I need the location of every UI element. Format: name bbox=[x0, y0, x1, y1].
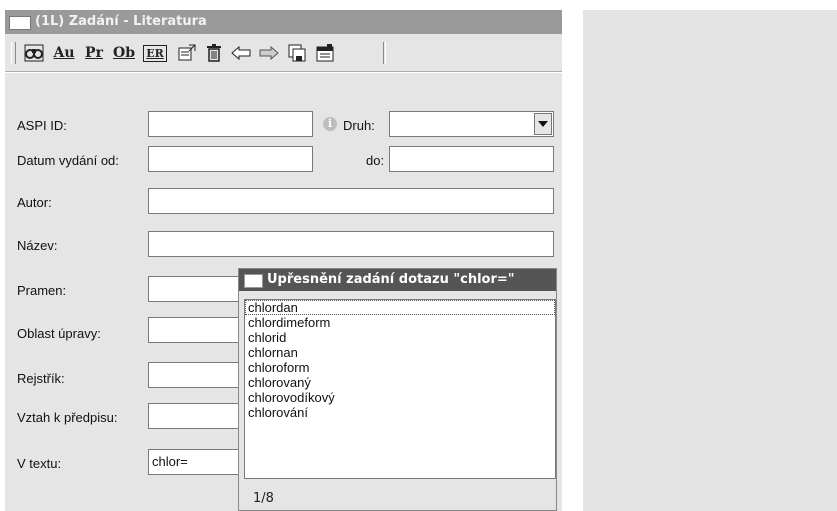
title-bar[interactable]: (1L) Zadání - Literatura bbox=[5, 10, 562, 34]
delete-button[interactable] bbox=[203, 40, 225, 66]
pramen-field[interactable] bbox=[148, 276, 248, 302]
list-item[interactable]: chlordan bbox=[245, 300, 555, 315]
trash-icon bbox=[207, 44, 221, 62]
properties-icon bbox=[178, 44, 196, 61]
list-item[interactable]: chlorovaný bbox=[245, 375, 555, 390]
pramen-label: Pramen: bbox=[17, 283, 67, 298]
chevron-down-icon bbox=[538, 121, 548, 127]
nazev-field[interactable] bbox=[148, 231, 554, 257]
druh-combo[interactable] bbox=[389, 111, 554, 137]
right-panel bbox=[583, 10, 837, 511]
source-button-label: Pr bbox=[85, 45, 103, 61]
arrow-right-icon bbox=[259, 45, 279, 61]
source-button[interactable]: Pr bbox=[82, 40, 106, 66]
open-icon bbox=[316, 44, 334, 62]
suggestion-list[interactable]: chlordan chlordimeform chlorid chlornan … bbox=[244, 299, 556, 479]
toolbar-divider bbox=[5, 71, 562, 73]
aspi-id-field[interactable] bbox=[148, 111, 313, 137]
save-icon bbox=[288, 44, 306, 62]
popup-menu-icon[interactable] bbox=[244, 274, 263, 288]
vztah-label: Vztah k předpisu: bbox=[17, 410, 118, 425]
list-item[interactable]: chlorovodíkový bbox=[245, 390, 555, 405]
rejstrik-label: Rejstřík: bbox=[17, 371, 65, 386]
properties-button[interactable] bbox=[175, 40, 199, 66]
v-textu-field[interactable]: chlor= bbox=[148, 449, 248, 475]
autor-field[interactable] bbox=[148, 188, 554, 214]
v-textu-label: V textu: bbox=[17, 456, 62, 471]
autor-label: Autor: bbox=[17, 195, 52, 210]
search-button[interactable] bbox=[21, 40, 47, 66]
save-button[interactable] bbox=[285, 40, 309, 66]
window-title: (1L) Zadání - Literatura bbox=[35, 14, 207, 29]
list-item[interactable]: chlorid bbox=[245, 330, 555, 345]
author-button[interactable]: Au bbox=[52, 40, 76, 66]
forward-button[interactable] bbox=[257, 40, 281, 66]
nazev-label: Název: bbox=[17, 238, 58, 253]
toolbar-separator bbox=[383, 42, 386, 64]
register-button[interactable]: ER bbox=[142, 40, 168, 66]
register-button-label: ER bbox=[143, 44, 167, 62]
area-button[interactable]: Ob bbox=[112, 40, 136, 66]
druh-label: Druh: bbox=[343, 118, 375, 133]
oblast-label: Oblast úpravy: bbox=[17, 326, 101, 341]
author-button-label: Au bbox=[53, 45, 75, 61]
info-icon: i bbox=[323, 117, 337, 131]
list-item[interactable]: chlordimeform bbox=[245, 315, 555, 330]
toolbar-grip[interactable] bbox=[11, 42, 16, 64]
refine-query-popup: Upřesnění zadání dotazu "chlor=" chlorda… bbox=[238, 268, 557, 511]
datum-do-label: do: bbox=[366, 153, 385, 168]
datum-od-field[interactable] bbox=[148, 146, 313, 172]
window-menu-icon[interactable] bbox=[9, 16, 31, 30]
open-button[interactable] bbox=[313, 40, 337, 66]
vztah-field[interactable] bbox=[148, 403, 248, 429]
datum-od-label: Datum vydání od: bbox=[17, 153, 119, 168]
list-item[interactable]: chloroform bbox=[245, 360, 555, 375]
list-item[interactable]: chlornan bbox=[245, 345, 555, 360]
datum-do-field[interactable] bbox=[389, 146, 554, 172]
druh-dropdown-button[interactable] bbox=[534, 113, 552, 135]
back-button[interactable] bbox=[229, 40, 253, 66]
binoculars-icon bbox=[24, 44, 44, 62]
arrow-left-icon bbox=[231, 45, 251, 61]
list-item[interactable]: chlorování bbox=[245, 405, 555, 420]
oblast-field[interactable] bbox=[148, 317, 248, 343]
rejstrik-field[interactable] bbox=[148, 362, 248, 388]
popup-title: Upřesnění zadání dotazu "chlor=" bbox=[267, 272, 515, 287]
item-counter: 1/8 bbox=[253, 491, 274, 506]
popup-title-bar[interactable]: Upřesnění zadání dotazu "chlor=" bbox=[239, 269, 556, 291]
area-button-label: Ob bbox=[113, 45, 135, 61]
toolbar: Au Pr Ob ER bbox=[5, 34, 562, 74]
aspi-id-label: ASPI ID: bbox=[17, 118, 67, 133]
